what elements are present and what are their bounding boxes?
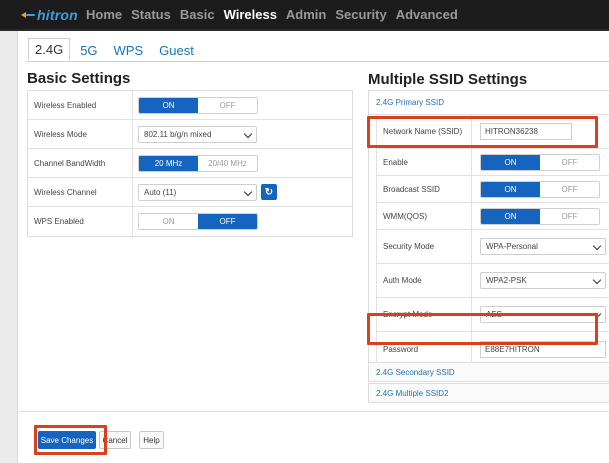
help-button[interactable]: Help	[139, 431, 164, 449]
password-input[interactable]: E88E7HITRON	[480, 340, 606, 358]
footer-divider	[17, 411, 609, 412]
wps-enabled-row: WPS Enabled ON OFF	[28, 207, 352, 236]
wireless-mode-row: Wireless Mode 802.11 b/g/n mixed	[28, 120, 352, 149]
broadcast-ssid-row: Broadcast SSID ON OFF	[376, 176, 609, 203]
nav-item-security[interactable]: Security	[335, 7, 386, 22]
security-mode-row: Security Mode WPA-Personal	[376, 230, 609, 264]
tab-guest[interactable]: Guest	[153, 43, 200, 61]
nav-item-wireless[interactable]: Wireless	[224, 7, 277, 22]
broadcast-ssid-label: Broadcast SSID	[376, 176, 472, 202]
chevron-down-icon	[592, 241, 602, 251]
chevron-down-icon	[243, 187, 253, 196]
basic-settings-table: Wireless Enabled ON OFF Wireless Mode 80…	[27, 90, 353, 237]
enable-on-button[interactable]: ON	[481, 154, 540, 170]
chevron-down-icon	[592, 309, 602, 319]
refresh-icon: ↻	[264, 186, 274, 198]
encrypt-mode-label: Encrypt Mode	[376, 298, 472, 331]
channel-bandwidth-label: Channel BandWidth	[28, 149, 133, 177]
encrypt-mode-value: AES	[486, 310, 503, 319]
wireless-channel-select[interactable]: Auto (11)	[138, 183, 257, 201]
broadcast-ssid-toggle: ON OFF	[480, 180, 600, 198]
enable-label: Enable	[376, 149, 472, 175]
top-navigation-bar: hitron Home Status Basic Wireless Admin …	[0, 0, 609, 31]
wireless-mode-label: Wireless Mode	[28, 120, 133, 148]
enable-toggle: ON OFF	[480, 153, 600, 171]
enable-off-button[interactable]: OFF	[540, 154, 599, 170]
chevron-down-icon	[592, 275, 602, 285]
wps-enabled-label: WPS Enabled	[28, 207, 133, 236]
wireless-enabled-off-button[interactable]: OFF	[198, 97, 257, 113]
wmm-off-button[interactable]: OFF	[540, 208, 599, 224]
primary-ssid-header[interactable]: 2.4G Primary SSID	[369, 91, 609, 115]
hitron-logo-icon	[21, 10, 35, 20]
nav-item-advanced[interactable]: Advanced	[396, 7, 458, 22]
encrypt-mode-row: Encrypt Mode AES	[376, 298, 609, 332]
wmm-toggle: ON OFF	[480, 207, 600, 225]
hitron-logo[interactable]: hitron	[21, 7, 78, 23]
network-name-label: Network Name (SSID)	[376, 115, 472, 148]
network-name-row: Network Name (SSID) HITRON36238	[376, 115, 609, 149]
wireless-channel-label: Wireless Channel	[28, 178, 133, 206]
content-panel: 2.4G 5G WPS Guest Basic Settings Wireles…	[17, 31, 609, 463]
wmm-label: WMM(QOS)	[376, 203, 472, 229]
wireless-channel-row: Wireless Channel Auto (11) ↻	[28, 178, 352, 207]
multiple-ssid2-header[interactable]: 2.4G Multiple SSID2	[368, 383, 609, 403]
nav-item-home[interactable]: Home	[86, 7, 122, 22]
password-row: Password E88E7HITRON	[376, 332, 609, 366]
wps-off-button[interactable]: OFF	[198, 214, 257, 229]
security-mode-label: Security Mode	[376, 230, 472, 263]
wireless-mode-select[interactable]: 802.11 b/g/n mixed	[138, 125, 257, 143]
logo-text: hitron	[37, 7, 78, 23]
network-name-input[interactable]: HITRON36238	[480, 123, 572, 140]
chevron-down-icon	[243, 129, 253, 138]
auth-mode-value: WPA2-PSK	[486, 276, 527, 285]
band-tabs: 2.4G 5G WPS Guest	[28, 38, 204, 61]
nav-item-admin[interactable]: Admin	[286, 7, 326, 22]
wmm-row: WMM(QOS) ON OFF	[376, 203, 609, 230]
tab-wps[interactable]: WPS	[108, 43, 150, 61]
wps-enabled-toggle: ON OFF	[138, 213, 258, 230]
bandwidth-20mhz-button[interactable]: 20 MHz	[139, 155, 198, 171]
password-label: Password	[376, 332, 472, 366]
nav-item-basic[interactable]: Basic	[180, 7, 215, 22]
wireless-enabled-row: Wireless Enabled ON OFF	[28, 91, 352, 120]
primary-ssid-block: 2.4G Primary SSID Network Name (SSID) HI…	[368, 90, 609, 367]
bandwidth-20-40mhz-button[interactable]: 20/40 MHz	[198, 155, 257, 171]
wireless-enabled-on-button[interactable]: ON	[139, 97, 198, 113]
encrypt-mode-select[interactable]: AES	[480, 306, 606, 323]
wireless-mode-value: 802.11 b/g/n mixed	[144, 129, 212, 139]
refresh-channel-button[interactable]: ↻	[261, 184, 277, 200]
wireless-channel-value: Auto (11)	[144, 187, 177, 197]
basic-settings-title: Basic Settings	[27, 70, 131, 87]
secondary-ssid-header[interactable]: 2.4G Secondary SSID	[368, 362, 609, 382]
save-changes-button[interactable]: Save Changes	[38, 431, 96, 449]
broadcast-on-button[interactable]: ON	[481, 181, 540, 197]
wmm-on-button[interactable]: ON	[481, 208, 540, 224]
broadcast-off-button[interactable]: OFF	[540, 181, 599, 197]
cancel-button[interactable]: Cancel	[99, 431, 131, 449]
tab-5g[interactable]: 5G	[74, 43, 103, 61]
nav-item-status[interactable]: Status	[131, 7, 171, 22]
tab-divider	[26, 61, 609, 62]
enable-row: Enable ON OFF	[376, 149, 609, 176]
multiple-ssid-title: Multiple SSID Settings	[368, 71, 528, 88]
wireless-enabled-toggle: ON OFF	[138, 96, 258, 114]
auth-mode-label: Auth Mode	[376, 264, 472, 297]
wireless-enabled-label: Wireless Enabled	[28, 91, 133, 119]
security-mode-select[interactable]: WPA-Personal	[480, 238, 606, 255]
main-nav: Home Status Basic Wireless Admin Securit…	[86, 7, 467, 22]
channel-bandwidth-row: Channel BandWidth 20 MHz 20/40 MHz	[28, 149, 352, 178]
auth-mode-row: Auth Mode WPA2-PSK	[376, 264, 609, 298]
wps-on-button[interactable]: ON	[139, 214, 198, 229]
security-mode-value: WPA-Personal	[486, 242, 538, 251]
auth-mode-select[interactable]: WPA2-PSK	[480, 272, 606, 289]
channel-bandwidth-toggle: 20 MHz 20/40 MHz	[138, 154, 258, 172]
tab-2-4g[interactable]: 2.4G	[28, 38, 71, 61]
